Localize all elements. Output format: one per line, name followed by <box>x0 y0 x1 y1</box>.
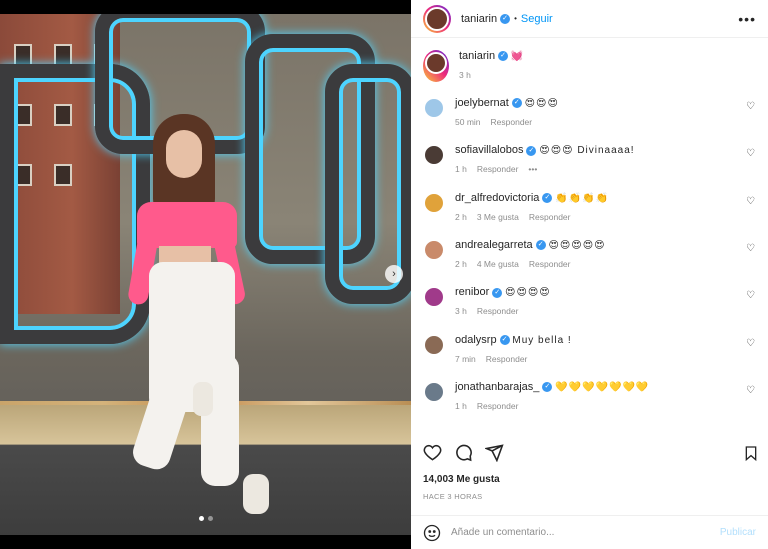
instagram-post-modal: › taniarin ✓ • Seguir ••• taniarin ✓ 💓 3 … <box>0 0 768 549</box>
comment-text: 😍😍😍😍😍 <box>548 239 606 251</box>
comment-username[interactable]: renibor <box>455 286 489 298</box>
comment-input[interactable] <box>451 527 720 538</box>
carousel-dot <box>208 516 213 521</box>
verified-icon: ✓ <box>511 98 522 109</box>
verified-icon: ✓ <box>499 334 510 345</box>
comment-row: andrealegarreta ✓ 😍😍😍😍😍 2 h 4 Me gusta Respo… <box>423 238 763 271</box>
comment-time: 3 h <box>455 306 467 317</box>
comment-username[interactable]: joelybernat <box>455 97 509 109</box>
reply-button[interactable]: Responder <box>529 211 571 224</box>
commenter-avatar[interactable] <box>423 238 445 271</box>
comment-time: 7 min <box>455 353 476 364</box>
heart-icon[interactable]: ♡ <box>746 148 755 159</box>
comment-username[interactable]: odalysrp <box>455 334 497 346</box>
follow-button[interactable]: Seguir <box>521 13 553 25</box>
verified-icon: ✓ <box>500 13 511 24</box>
add-comment-bar: Publicar <box>411 515 768 549</box>
carousel-dots <box>199 516 213 521</box>
comment-likes[interactable]: 4 Me gusta <box>477 258 519 271</box>
post-photo[interactable]: › <box>0 0 411 549</box>
heart-icon[interactable] <box>423 443 442 462</box>
verified-icon: ✓ <box>498 51 509 62</box>
verified-icon: ✓ <box>542 382 553 393</box>
verified-icon: ✓ <box>535 240 546 251</box>
caption: taniarin ✓ 💓 3 h <box>423 50 763 82</box>
comment-text: 😍😍😍 Divinaaaa! <box>539 145 635 157</box>
comment-row: renibor ✓ 😍😍😍😍 3 h Responder ♡ <box>423 286 763 318</box>
comment-text: Muy bella ! <box>512 334 572 346</box>
woman-figure <box>126 114 269 519</box>
author-avatar[interactable] <box>423 50 449 82</box>
commenter-avatar[interactable] <box>423 191 445 224</box>
comment-icon[interactable] <box>454 443 473 462</box>
author-username[interactable]: taniarin <box>461 13 497 25</box>
verified-icon: ✓ <box>542 192 553 203</box>
verified-icon: ✓ <box>526 145 537 156</box>
next-slide-icon[interactable]: › <box>385 265 403 283</box>
comment-time: 50 min <box>455 117 481 127</box>
comment-time: 2 h <box>455 211 467 222</box>
comment-row: jonathanbarajas_ ✓ 💛💛💛💛💛💛💛 1 h Responder ♡ <box>423 380 763 413</box>
heart-icon[interactable]: ♡ <box>746 243 755 254</box>
commenter-avatar[interactable] <box>423 97 445 129</box>
reply-button[interactable]: Responder <box>486 353 528 366</box>
comment-row: odalysrp ✓ Muy bella ! 7 min Responder ♡ <box>423 333 763 366</box>
comment-time: 2 h <box>455 258 467 269</box>
bookmark-icon[interactable] <box>743 444 759 462</box>
carousel-dot <box>199 516 204 521</box>
comment-time: 1 h <box>455 400 467 411</box>
comment-likes[interactable]: 3 Me gusta <box>477 211 519 224</box>
photo-scene <box>0 14 411 535</box>
commenter-avatar[interactable] <box>423 380 445 413</box>
post-timestamp: HACE 3 HORAS <box>423 492 483 501</box>
heart-icon[interactable]: ♡ <box>746 196 755 207</box>
reply-button[interactable]: Responder <box>491 116 533 129</box>
publish-button[interactable]: Publicar <box>720 527 756 538</box>
share-icon[interactable] <box>485 443 504 462</box>
commenter-avatar[interactable] <box>423 333 445 366</box>
heart-icon[interactable]: ♡ <box>746 385 755 396</box>
comment-row: sofiavillalobos ✓ 😍😍😍 Divinaaaa! 1 h Respon… <box>423 144 763 176</box>
comment-username[interactable]: jonathanbarajas_ <box>455 381 539 393</box>
more-icon[interactable]: ••• <box>738 11 756 27</box>
caption-username[interactable]: taniarin <box>459 50 495 62</box>
comment-row: joelybernat ✓ 😍😍😍 50 min Responder ♡ <box>423 97 763 129</box>
separator-dot: • <box>514 14 517 23</box>
comment-list[interactable]: taniarin ✓ 💓 3 h joelybernat ✓ 😍😍😍 50 min Re… <box>411 40 768 433</box>
caption-time: 3 h <box>459 70 471 80</box>
comment-more-icon[interactable]: ••• <box>528 163 537 176</box>
reply-button[interactable]: Responder <box>529 258 571 271</box>
heart-icon[interactable]: ♡ <box>746 338 755 349</box>
reply-button[interactable]: Responder <box>477 400 519 413</box>
comment-username[interactable]: sofiavillalobos <box>455 144 523 156</box>
comment-username[interactable]: dr_alfredovictoria <box>455 192 539 204</box>
post-header: taniarin ✓ • Seguir ••• <box>411 0 768 38</box>
likes-count[interactable]: 14,003 Me gusta <box>423 474 500 485</box>
emoji-icon[interactable] <box>423 524 441 542</box>
action-bar <box>423 443 504 462</box>
comment-text: 👏👏👏👏 <box>555 192 609 204</box>
commenter-avatar[interactable] <box>423 286 445 318</box>
verified-icon: ✓ <box>492 287 503 298</box>
post-side-panel: taniarin ✓ • Seguir ••• taniarin ✓ 💓 3 h … <box>411 0 768 549</box>
comment-time: 1 h <box>455 164 467 175</box>
heart-icon[interactable]: ♡ <box>746 101 755 112</box>
comment-row: dr_alfredovictoria ✓ 👏👏👏👏 2 h 3 Me gusta Res… <box>423 191 763 224</box>
comment-text: 😍😍😍 <box>524 98 559 109</box>
heart-icon[interactable]: ♡ <box>746 290 755 301</box>
author-avatar[interactable] <box>423 4 451 33</box>
reply-button[interactable]: Responder <box>477 305 519 318</box>
reply-button[interactable]: Responder <box>477 163 519 176</box>
comment-username[interactable]: andrealegarreta <box>455 239 533 251</box>
commenter-avatar[interactable] <box>423 144 445 176</box>
comment-text: 💛💛💛💛💛💛💛 <box>555 381 650 393</box>
comment-text: 😍😍😍😍 <box>505 287 551 299</box>
caption-text: 💓 <box>510 51 525 62</box>
